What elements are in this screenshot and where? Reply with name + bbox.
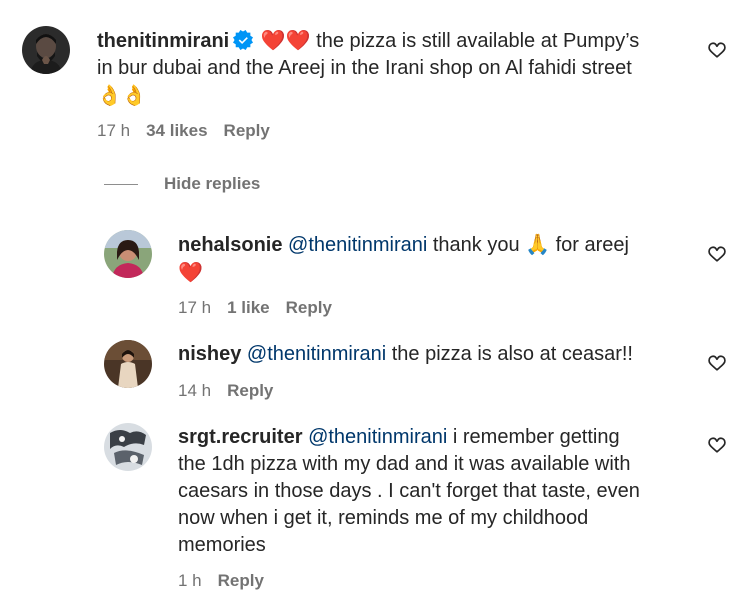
reply-button[interactable]: Reply: [286, 298, 332, 317]
like-heart-icon[interactable]: [707, 40, 727, 60]
reply-body: nehalsonie @thenitinmirani thank you 🙏 f…: [178, 231, 678, 287]
username[interactable]: srgt.recruiter: [178, 426, 303, 448]
mention-link[interactable]: @thenitinmirani: [308, 426, 447, 448]
heart-emoji-icon: ❤️❤️: [260, 28, 311, 52]
mention-link[interactable]: @thenitinmirani: [247, 343, 386, 365]
like-heart-icon[interactable]: [707, 353, 727, 373]
heart-emoji-icon: ❤️: [178, 260, 203, 284]
reply-text-line5: memories: [178, 534, 266, 556]
hide-replies-label: Hide replies: [164, 174, 261, 193]
timestamp: 17 h: [178, 298, 212, 317]
hide-replies-button[interactable]: Hide replies: [104, 172, 260, 196]
avatar[interactable]: [104, 230, 152, 278]
reply-button[interactable]: Reply: [218, 571, 264, 590]
reply-text-line1: i remember getting: [452, 426, 620, 448]
comment-text-line1: the pizza is still available at Pumpy’s: [316, 30, 640, 52]
reply-meta: 14 h Reply: [178, 381, 289, 401]
reply-text: the pizza is also at ceasar!!: [391, 343, 633, 365]
comment-body: thenitinmirani ❤️❤️ the pizza is still a…: [97, 27, 697, 110]
reply-button[interactable]: Reply: [224, 121, 270, 140]
divider-line: [104, 183, 138, 185]
verified-badge-icon: [233, 30, 254, 50]
reply-button[interactable]: Reply: [227, 381, 273, 400]
mention-link[interactable]: @thenitinmirani: [288, 234, 427, 256]
like-heart-icon[interactable]: [707, 435, 727, 455]
reply-body: nishey @thenitinmirani the pizza is also…: [178, 341, 698, 368]
timestamp: 1 h: [178, 571, 202, 590]
likes-count[interactable]: 34 likes: [146, 121, 207, 140]
username[interactable]: thenitinmirani: [97, 30, 229, 52]
comment-meta: 17 h 34 likes Reply: [97, 121, 286, 141]
reply-body: srgt.recruiter @thenitinmirani i remembe…: [178, 424, 698, 559]
timestamp: 14 h: [178, 381, 212, 400]
username[interactable]: nishey: [178, 343, 241, 365]
avatar[interactable]: [104, 340, 152, 388]
reply-text-line2: the 1dh pizza with my dad and it was ava…: [178, 453, 631, 475]
avatar[interactable]: [22, 26, 70, 74]
timestamp: 17 h: [97, 121, 131, 140]
reply-meta: 1 h Reply: [178, 571, 280, 591]
reply-meta: 17 h 1 like Reply: [178, 298, 348, 318]
reply-text: thank you: [432, 234, 520, 256]
avatar[interactable]: [104, 423, 152, 471]
ok-hand-emoji-icon: 👌👌: [97, 83, 147, 107]
folded-hands-emoji-icon: 🙏: [525, 232, 551, 256]
likes-count[interactable]: 1 like: [227, 298, 270, 317]
reply-text-2: for areej: [555, 234, 629, 256]
comment-text-line2: in bur dubai and the Areej in the Irani …: [97, 57, 632, 79]
username[interactable]: nehalsonie: [178, 234, 282, 256]
reply-text-line4: now when i get it, reminds me of my chil…: [178, 507, 589, 529]
reply-text-line3: caesars in those days . I can't forget t…: [178, 480, 640, 502]
like-heart-icon[interactable]: [707, 244, 727, 264]
